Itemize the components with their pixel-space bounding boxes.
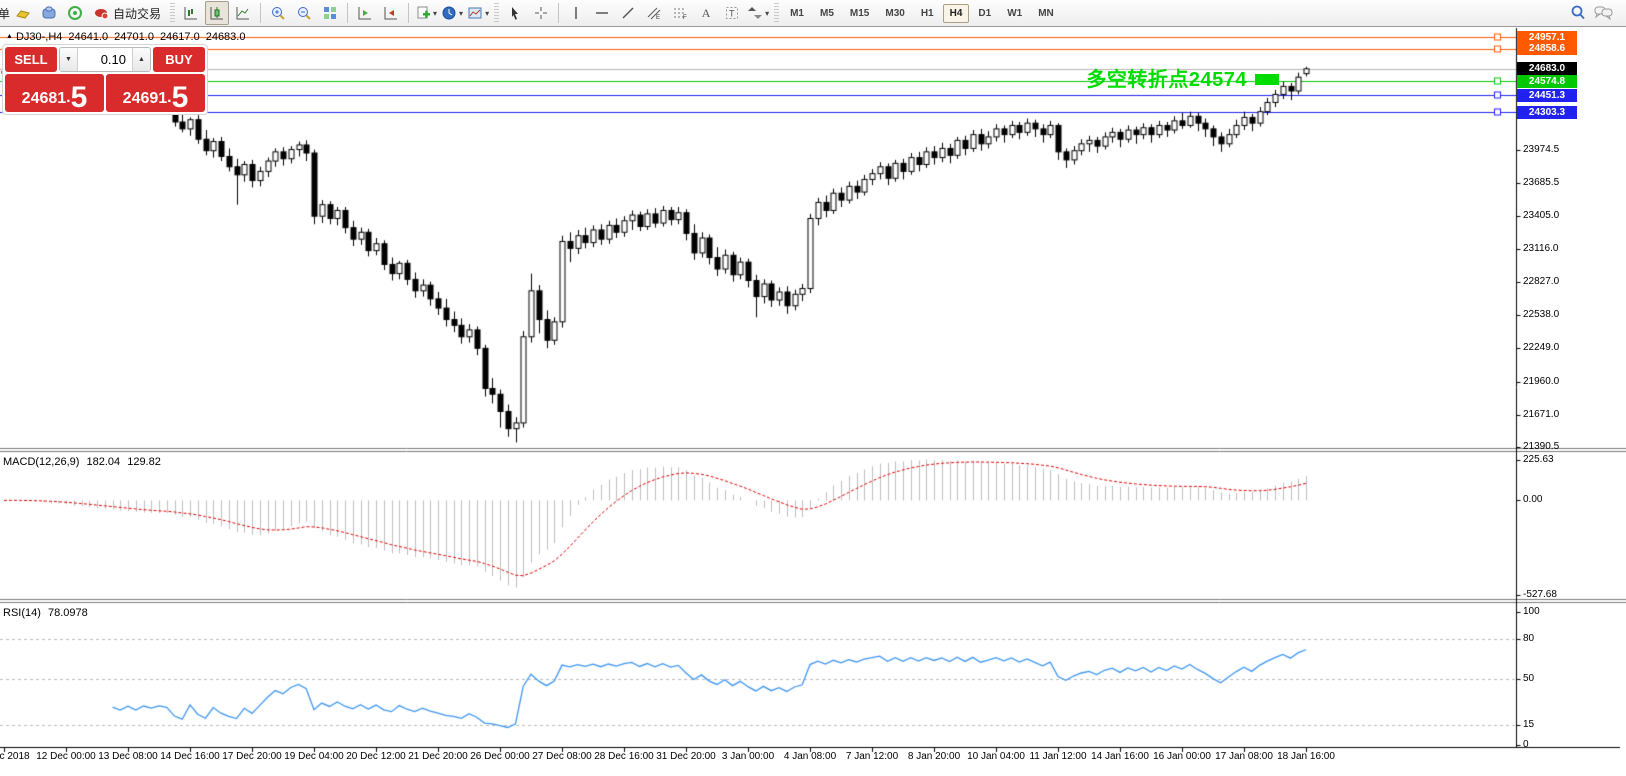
periods-button[interactable]: ▾	[440, 1, 464, 25]
dropdown-caret: ▾	[765, 9, 769, 18]
rsi-value: 78.0978	[48, 607, 88, 619]
dropdown-caret: ▾	[485, 9, 489, 18]
macd-signal-value: 129.82	[127, 456, 161, 468]
toolbar: 单 自动交易 ▾ ▾ ▾ E F A T ▾ M1	[0, 0, 1626, 27]
volume-increase-button[interactable]: ▲	[132, 48, 150, 71]
dropdown-caret: ▾	[459, 9, 463, 18]
text-tool-button[interactable]: A	[694, 1, 718, 25]
toolbar-drag-handle[interactable]	[774, 3, 779, 23]
history-center-icon[interactable]	[37, 1, 61, 25]
autoscroll-button[interactable]	[353, 1, 377, 25]
toolbar-partial-label: 单	[0, 5, 10, 22]
close-value: 24683.0	[206, 31, 246, 43]
tab-timeframe-mn[interactable]: MN	[1031, 4, 1061, 23]
sell-price-panel[interactable]: 24681.5	[5, 74, 104, 112]
tab-timeframe-w1[interactable]: W1	[1000, 4, 1029, 23]
tab-timeframe-h4[interactable]: H4	[943, 4, 970, 23]
buy-price-panel[interactable]: 24691.5	[106, 74, 205, 112]
chat-icon[interactable]	[1592, 1, 1616, 25]
crosshair-tool-button[interactable]	[529, 1, 553, 25]
low-value: 24617.0	[160, 31, 200, 43]
dropdown-caret: ▾	[433, 9, 437, 18]
tab-timeframe-m15[interactable]: M15	[843, 4, 876, 23]
new-order-button[interactable]: ▾	[414, 1, 438, 25]
symbol-period-label: DJ30-,H4	[16, 31, 62, 43]
autotrade-label: 自动交易	[113, 5, 161, 22]
horizontal-line-tool-button[interactable]	[590, 1, 614, 25]
fibonacci-tool-button[interactable]: F	[668, 1, 692, 25]
gold-icon[interactable]	[11, 1, 35, 25]
buy-price-big: 5	[172, 85, 189, 111]
toolbar-separator	[260, 3, 261, 23]
direction-up-icon: ▲	[6, 33, 13, 40]
volume-decrease-button[interactable]: ▼	[60, 48, 78, 71]
high-value: 24701.0	[114, 31, 154, 43]
rsi-indicator-label: RSI(14) 78.0978	[3, 607, 88, 619]
buy-button[interactable]: BUY	[153, 47, 205, 72]
rsi-name: RSI(14)	[3, 607, 41, 619]
search-icon[interactable]	[1566, 1, 1590, 25]
toolbar-separator	[347, 3, 348, 23]
text-label-tool-button[interactable]: T	[720, 1, 744, 25]
tab-timeframe-d1[interactable]: D1	[971, 4, 998, 23]
toolbar-separator	[558, 3, 559, 23]
trendline-tool-button[interactable]	[616, 1, 640, 25]
open-value: 24641.0	[68, 31, 108, 43]
candlestick-chart-button[interactable]	[205, 1, 229, 25]
volume-input[interactable]: 0.10	[78, 48, 132, 71]
ohlc-info-bar: ▲DJ30-,H4 24641.0 24701.0 24617.0 24683.0	[6, 31, 251, 43]
sell-price-main: 24681	[22, 91, 67, 110]
macd-main-value: 182.04	[86, 456, 120, 468]
toolbar-drag-handle[interactable]	[494, 3, 499, 23]
toolbar-separator	[408, 3, 409, 23]
macd-indicator-label: MACD(12,26,9) 182.04 129.82	[3, 456, 161, 468]
buy-price-main: 24691	[123, 91, 168, 110]
tab-timeframe-m5[interactable]: M5	[813, 4, 841, 23]
svg-text:T: T	[729, 9, 735, 19]
zoom-in-button[interactable]	[266, 1, 290, 25]
zoom-out-button[interactable]	[292, 1, 316, 25]
chart-shift-button[interactable]	[379, 1, 403, 25]
tile-windows-button[interactable]	[318, 1, 342, 25]
macd-name: MACD(12,26,9)	[3, 456, 79, 468]
sell-button[interactable]: SELL	[5, 47, 57, 72]
mt4-window: 单 自动交易 ▾ ▾ ▾ E F A T ▾ M1	[0, 0, 1626, 776]
cursor-tool-button[interactable]	[503, 1, 527, 25]
chart-canvas[interactable]	[0, 0, 1626, 776]
bar-chart-button[interactable]	[179, 1, 203, 25]
svg-text:F: F	[683, 15, 687, 21]
line-chart-button[interactable]	[231, 1, 255, 25]
pivot-annotation-text[interactable]: 多空转折点24574	[1075, 63, 1247, 92]
one-click-trading-widget: SELL ▼ 0.10 ▲ BUY 24681.5 24691.5	[2, 44, 208, 115]
vertical-line-tool-button[interactable]	[564, 1, 588, 25]
autotrade-button[interactable]: 自动交易	[89, 1, 166, 25]
tab-timeframe-h1[interactable]: H1	[914, 4, 941, 23]
sell-price-big: 5	[71, 85, 88, 111]
indicators-button[interactable]: ▾	[466, 1, 490, 25]
pivot-annotation-marker[interactable]	[1255, 74, 1279, 85]
svg-text:E: E	[656, 15, 660, 21]
arrows-tool-button[interactable]: ▾	[746, 1, 770, 25]
channel-tool-button[interactable]: E	[642, 1, 666, 25]
tab-timeframe-m1[interactable]: M1	[783, 4, 811, 23]
signal-icon[interactable]	[63, 1, 87, 25]
volume-stepper: ▼ 0.10 ▲	[59, 47, 151, 72]
toolbar-drag-handle[interactable]	[170, 3, 175, 23]
tab-timeframe-m30[interactable]: M30	[878, 4, 911, 23]
